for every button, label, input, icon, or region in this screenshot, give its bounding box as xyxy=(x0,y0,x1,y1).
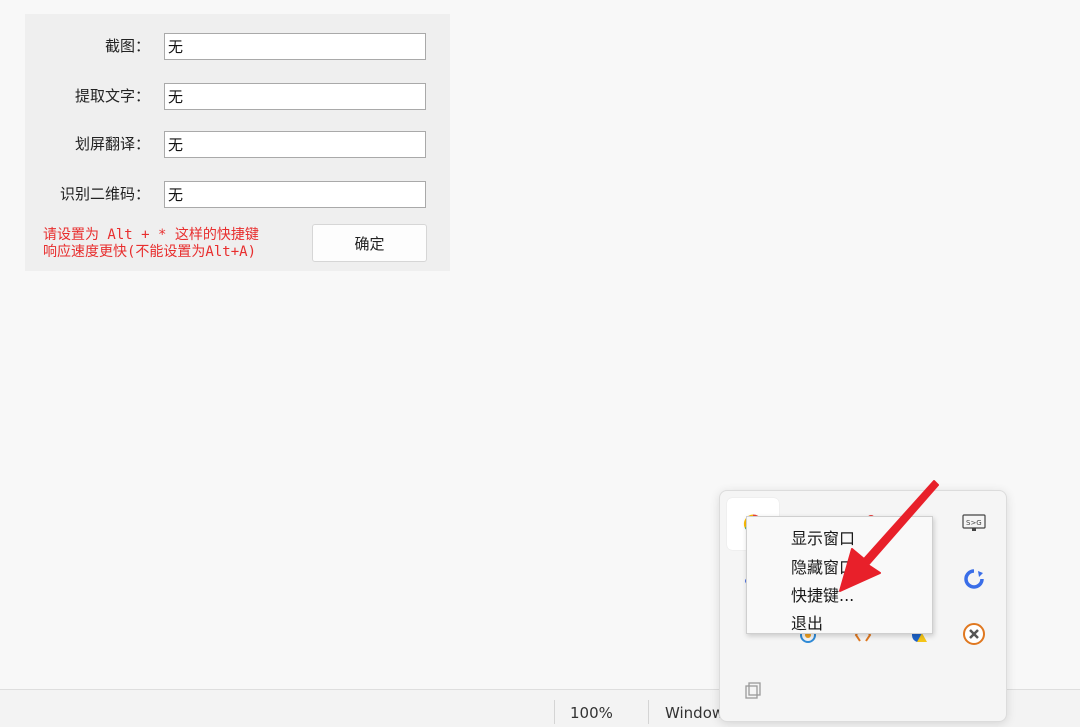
qrcode-hotkey-input[interactable] xyxy=(164,181,426,208)
hotkey-settings-dialog: 截图： 提取文字： 划屏翻译： 识别二维码： 请设置为 Alt + * 这样的快… xyxy=(25,14,450,271)
screen-translate-icon[interactable]: S>G xyxy=(960,509,988,537)
hint-line-1: 请设置为 Alt + * 这样的快捷键 xyxy=(43,227,259,243)
menu-item-exit[interactable]: 退出 xyxy=(791,610,823,634)
svg-text:S>G: S>G xyxy=(966,519,982,527)
qrcode-hotkey-label: 识别二维码： xyxy=(59,185,150,203)
tray-context-menu: 显示窗口 隐藏窗口 快捷键... 退出 xyxy=(746,516,933,634)
copy-icon[interactable] xyxy=(739,677,767,705)
ocr-hotkey-label: 提取文字： xyxy=(74,87,150,105)
blue-refresh-icon[interactable] xyxy=(960,565,988,593)
orange-close-icon[interactable] xyxy=(960,620,988,648)
ocr-hotkey-input[interactable] xyxy=(164,83,426,110)
translate-hotkey-input[interactable] xyxy=(164,131,426,158)
translate-hotkey-label: 划屏翻译： xyxy=(74,135,150,153)
menu-item-show-window[interactable]: 显示窗口 xyxy=(791,525,855,549)
screenshot-hotkey-label: 截图： xyxy=(104,37,150,55)
ok-button[interactable]: 确定 xyxy=(312,224,427,262)
taskbar-divider xyxy=(648,700,649,724)
screenshot-hotkey-input[interactable] xyxy=(164,33,426,60)
hotkey-hint: 请设置为 Alt + * 这样的快捷键 响应速度更快(不能设置为Alt+A) xyxy=(43,227,259,261)
status-text[interactable]: Window xyxy=(665,704,724,722)
taskbar-divider xyxy=(554,700,555,724)
menu-item-hide-window[interactable]: 隐藏窗口 xyxy=(791,554,855,578)
screen: 截图： 提取文字： 划屏翻译： 识别二维码： 请设置为 Alt + * 这样的快… xyxy=(0,0,1080,727)
menu-item-hotkeys[interactable]: 快捷键... xyxy=(791,582,854,606)
hint-line-2: 响应速度更快(不能设置为Alt+A) xyxy=(43,244,257,260)
zoom-level[interactable]: 100% xyxy=(570,704,613,722)
